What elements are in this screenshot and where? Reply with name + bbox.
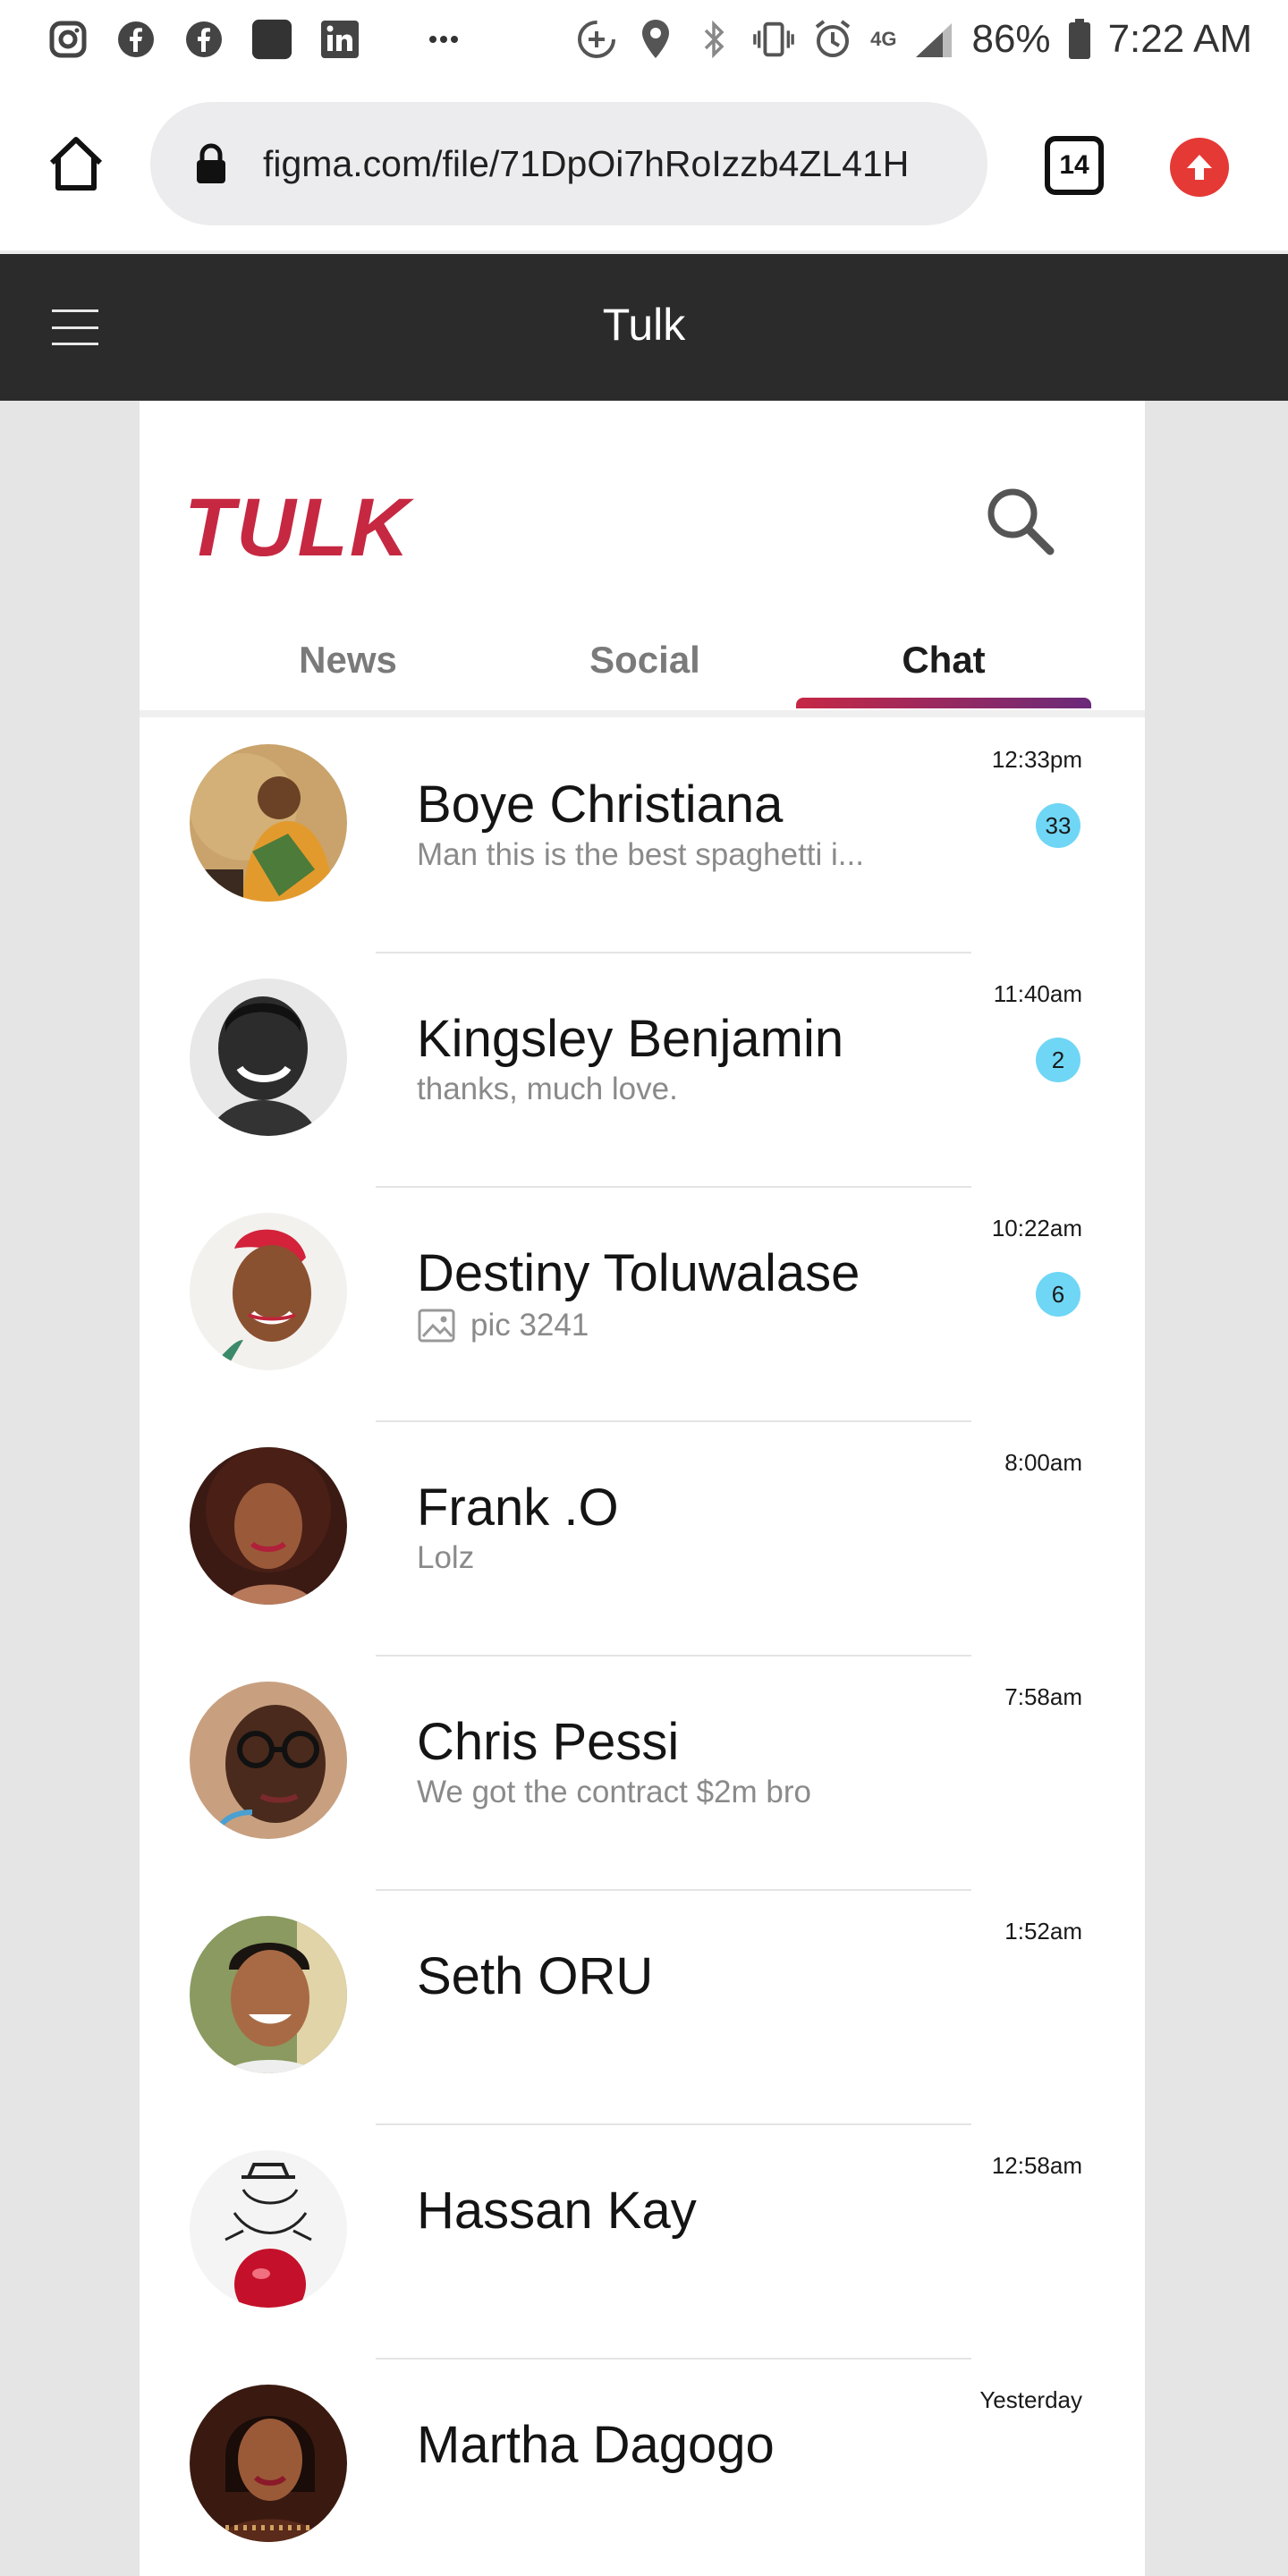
chat-row[interactable]: Chris Pessi We got the contract $2m bro … (140, 1655, 1145, 1889)
lock-icon (197, 143, 225, 183)
chat-time: 12:33pm (991, 746, 1082, 773)
chat-name: Martha Dagogo (417, 2416, 775, 2474)
chat-time: 7:58am (1004, 1683, 1082, 1710)
chat-name: Chris Pessi (417, 1713, 680, 1771)
url-text: figma.com/file/71DpOi7hRoIzzb4ZL41H (263, 142, 910, 184)
avatar (190, 744, 347, 902)
linkedin-icon (318, 18, 361, 61)
chat-name: Hassan Kay (417, 2182, 697, 2240)
network-type-label: 4G (870, 28, 897, 50)
chat-preview-text: Lolz (417, 1540, 475, 1575)
chat-preview-text: We got the contract $2m bro (417, 1775, 811, 1809)
instagram-icon (47, 18, 89, 61)
chat-time: 10:22am (991, 1215, 1082, 1241)
vibrate-icon (752, 18, 795, 61)
app-screen: TULK News Social Chat Boye Christiana Ma… (140, 401, 1145, 2576)
status-bar: 4G 86% 7:22 AM (0, 0, 1288, 79)
chat-row[interactable]: Seth ORU 1:52am (140, 1889, 1145, 2123)
arrow-up-icon (1187, 155, 1212, 180)
avatar (190, 979, 347, 1136)
battery-percent: 86% (971, 17, 1051, 61)
image-icon (418, 1309, 455, 1343)
avatar (190, 2385, 347, 2542)
chat-name: Frank .O (417, 1479, 619, 1537)
chat-name: Destiny Toluwalase (417, 1244, 860, 1302)
chat-row[interactable]: Martha Dagogo Yesterday (140, 2358, 1145, 2576)
app-icon (250, 18, 293, 61)
bluetooth-icon (693, 18, 736, 61)
chat-preview-text: pic 3241 (470, 1308, 589, 1343)
chat-name: Kingsley Benjamin (417, 1010, 844, 1068)
chat-name: Boye Christiana (417, 775, 784, 834)
avatar (190, 1213, 347, 1370)
search-icon (987, 488, 1055, 555)
more-notifications-icon (422, 18, 465, 61)
chat-row[interactable]: Frank .O Lolz 8:00am (140, 1420, 1145, 1655)
browser-toolbar: figma.com/file/71DpOi7hRoIzzb4ZL41H 14 (0, 79, 1288, 254)
app-title: Tulk (602, 300, 686, 350)
tabs-divider (140, 710, 1145, 717)
avatar (190, 1916, 347, 2073)
tab-count: 14 (1059, 150, 1089, 180)
chat-time: 12:58am (991, 2152, 1082, 2179)
alarm-icon (811, 18, 854, 61)
facebook-icon (114, 18, 157, 61)
unread-badge: 33 (1036, 803, 1080, 848)
signal-icon (912, 18, 955, 61)
home-button[interactable] (45, 132, 107, 195)
unread-badge: 6 (1036, 1272, 1080, 1317)
chat-preview-text: Man this is the best spaghetti i... (417, 837, 864, 872)
tab-news[interactable]: News (200, 623, 496, 712)
chat-time: 11:40am (993, 980, 1082, 1007)
chat-preview-text: thanks, much love. (417, 1072, 678, 1106)
chat-preview: thanks, much love. (417, 1072, 678, 1107)
chat-time: 8:00am (1004, 1449, 1082, 1476)
facebook-icon (182, 18, 225, 61)
tab-social[interactable]: Social (497, 623, 792, 712)
chat-row[interactable]: Hassan Kay 12:58am (140, 2123, 1145, 2358)
chat-preview: pic 3241 (417, 1306, 589, 1345)
chat-time: Yesterday (979, 2386, 1082, 2413)
tulk-logo: TULK (184, 482, 411, 573)
update-button[interactable] (1170, 138, 1229, 197)
app-bar: Tulk (0, 254, 1288, 401)
unread-badge: 2 (1036, 1038, 1080, 1082)
active-tab-indicator (796, 698, 1091, 708)
chat-name: Seth ORU (417, 1947, 654, 2005)
battery-icon (1067, 18, 1092, 61)
home-icon (49, 137, 103, 191)
chat-preview: Man this is the best spaghetti i... (417, 837, 864, 873)
avatar (190, 1447, 347, 1605)
data-saver-icon (575, 18, 618, 61)
location-icon (634, 18, 677, 61)
chat-row[interactable]: Kingsley Benjamin thanks, much love. 11:… (140, 952, 1145, 1186)
chat-preview: We got the contract $2m bro (417, 1775, 811, 1810)
chat-preview: Lolz (417, 1540, 474, 1576)
chat-list: Boye Christiana Man this is the best spa… (140, 717, 1145, 2576)
chat-row[interactable]: Boye Christiana Man this is the best spa… (140, 717, 1145, 952)
avatar (190, 1682, 347, 1839)
address-bar[interactable]: figma.com/file/71DpOi7hRoIzzb4ZL41H (150, 102, 987, 225)
tab-switcher-button[interactable]: 14 (1045, 136, 1104, 195)
clock: 7:22 AM (1107, 17, 1252, 61)
chat-row[interactable]: Destiny Toluwalase pic 3241 10:22am 6 (140, 1186, 1145, 1420)
chat-time: 1:52am (1004, 1918, 1082, 1945)
search-button[interactable] (980, 481, 1061, 562)
tab-bar: News Social Chat (140, 623, 1145, 721)
avatar (190, 2150, 347, 2308)
